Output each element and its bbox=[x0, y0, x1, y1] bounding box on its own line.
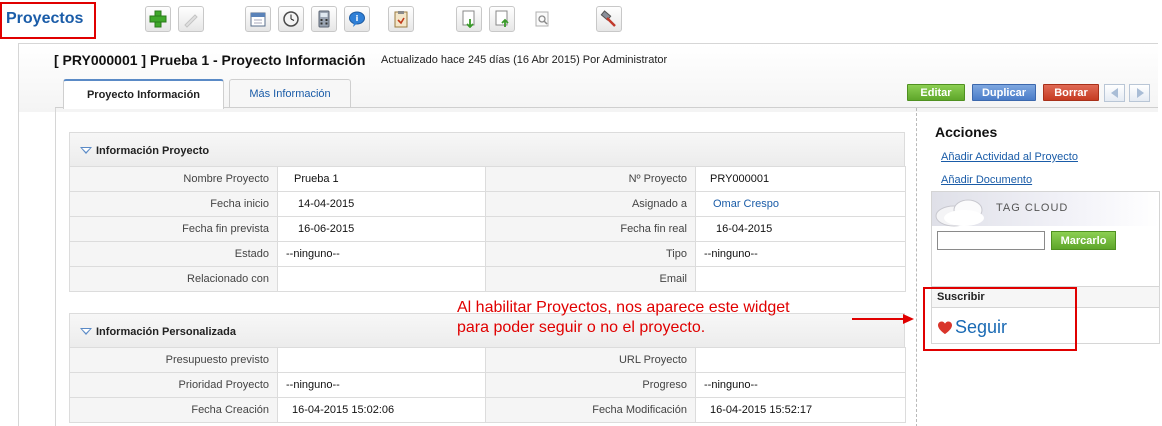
collapse-triangle-icon[interactable] bbox=[80, 147, 92, 154]
clipboard-button[interactable] bbox=[388, 6, 414, 32]
tag-cloud-widget: TAG CLOUD Marcarlo bbox=[931, 191, 1160, 288]
field-label: Fecha Creación bbox=[69, 397, 278, 423]
field-label: URL Proyecto bbox=[485, 347, 696, 373]
table-row: Fecha fin prevista 16-06-2015 Fecha fin … bbox=[69, 216, 906, 242]
field-label: Fecha Modificación bbox=[485, 397, 696, 423]
detail-content: Información Proyecto Nombre Proyecto Pru… bbox=[55, 108, 917, 426]
edit-record-button[interactable]: Editar bbox=[907, 84, 965, 101]
table-row: Relacionado con Email bbox=[69, 266, 906, 292]
calendar-button[interactable] bbox=[245, 6, 271, 32]
field-value[interactable] bbox=[695, 347, 906, 373]
arrow-right-icon bbox=[852, 314, 914, 324]
project-info-table: Nombre Proyecto Prueba 1 Nº Proyecto PRY… bbox=[69, 166, 906, 292]
collapse-triangle-icon[interactable] bbox=[80, 328, 92, 335]
svg-text:i: i bbox=[356, 14, 359, 23]
field-value[interactable]: --ninguno-- bbox=[695, 241, 906, 267]
tools-button[interactable] bbox=[596, 6, 622, 32]
table-row: Estado --ninguno-- Tipo --ninguno-- bbox=[69, 241, 906, 267]
field-value[interactable]: --ninguno-- bbox=[277, 372, 486, 398]
import-icon bbox=[462, 10, 475, 28]
add-activity-link[interactable]: Añadir Actividad al Proyecto bbox=[941, 151, 1078, 163]
calendar-icon bbox=[250, 12, 266, 27]
export-icon bbox=[495, 10, 509, 27]
table-row: Fecha Creación 16-04-2015 15:02:06 Fecha… bbox=[69, 397, 906, 423]
section-title: Información Proyecto bbox=[96, 145, 210, 157]
field-value[interactable]: 16-04-2015 15:52:17 bbox=[695, 397, 906, 423]
clock-button[interactable] bbox=[278, 6, 304, 32]
record-subtitle: Actualizado hace 245 días (16 Abr 2015) … bbox=[381, 54, 668, 66]
delete-button[interactable]: Borrar bbox=[1043, 84, 1099, 101]
field-value[interactable] bbox=[277, 266, 486, 292]
table-row: Nombre Proyecto Prueba 1 Nº Proyecto PRY… bbox=[69, 166, 906, 192]
field-label: Progreso bbox=[485, 372, 696, 398]
calculator-icon bbox=[318, 10, 330, 28]
module-title[interactable]: Proyectos bbox=[0, 2, 96, 39]
field-value[interactable] bbox=[695, 266, 906, 292]
field-label: Nombre Proyecto bbox=[69, 166, 278, 192]
export-button[interactable] bbox=[489, 6, 515, 32]
previous-record-button[interactable] bbox=[1104, 84, 1125, 102]
import-button[interactable] bbox=[456, 6, 482, 32]
table-row: Fecha inicio 14-04-2015 Asignado a Omar … bbox=[69, 191, 906, 217]
field-label: Nº Proyecto bbox=[485, 166, 696, 192]
field-value[interactable]: --ninguno-- bbox=[277, 241, 486, 267]
calculator-button[interactable] bbox=[311, 6, 337, 32]
field-value[interactable]: 16-06-2015 bbox=[277, 216, 486, 242]
chat-button[interactable]: i bbox=[344, 6, 370, 32]
next-record-button[interactable] bbox=[1129, 84, 1150, 102]
section-title: Información Personalizada bbox=[96, 326, 236, 338]
cloud-icon bbox=[935, 199, 984, 227]
arrow-right-icon bbox=[1136, 88, 1144, 98]
field-label: Fecha inicio bbox=[69, 191, 278, 217]
search-document-icon bbox=[535, 11, 549, 27]
field-label: Tipo bbox=[485, 241, 696, 267]
hammer-icon bbox=[600, 10, 616, 27]
field-label: Prioridad Proyecto bbox=[69, 372, 278, 398]
edit-button[interactable] bbox=[178, 6, 204, 32]
field-label: Fecha fin prevista bbox=[69, 216, 278, 242]
sidebar-divider bbox=[916, 108, 917, 426]
clipboard-icon bbox=[394, 11, 408, 28]
tab-more-info[interactable]: Más Información bbox=[229, 79, 351, 107]
speech-bubble-icon: i bbox=[349, 11, 365, 27]
tag-submit-button[interactable]: Marcarlo bbox=[1051, 231, 1116, 250]
field-label: Relacionado con bbox=[69, 266, 278, 292]
pencil-icon bbox=[184, 14, 198, 28]
record-title: [ PRY000001 ] Prueba 1 - Proyecto Inform… bbox=[54, 52, 366, 68]
field-value[interactable]: 14-04-2015 bbox=[277, 191, 486, 217]
field-value[interactable]: --ninguno-- bbox=[695, 372, 906, 398]
custom-info-table: Presupuesto previsto URL Proyecto Priori… bbox=[69, 347, 906, 423]
plus-icon bbox=[149, 10, 167, 28]
detail-panel: [ PRY000001 ] Prueba 1 - Proyecto Inform… bbox=[18, 43, 1160, 426]
add-document-link[interactable]: Añadir Documento bbox=[941, 174, 1032, 186]
tag-input[interactable] bbox=[937, 231, 1045, 250]
section-header-project-info[interactable]: Información Proyecto bbox=[69, 132, 905, 167]
field-label: Fecha fin real bbox=[485, 216, 696, 242]
field-value[interactable]: PRY000001 bbox=[695, 166, 906, 192]
table-row: Presupuesto previsto URL Proyecto bbox=[69, 347, 906, 373]
field-label: Asignado a bbox=[485, 191, 696, 217]
annotation-text: Al habilitar Proyectos, nos aparece este… bbox=[457, 299, 790, 336]
field-label: Email bbox=[485, 266, 696, 292]
field-label: Presupuesto previsto bbox=[69, 347, 278, 373]
actions-title: Acciones bbox=[935, 124, 998, 140]
field-value[interactable] bbox=[277, 347, 486, 373]
field-value[interactable]: 16-04-2015 bbox=[695, 216, 906, 242]
find-duplicates-button[interactable] bbox=[530, 6, 556, 32]
duplicate-button[interactable]: Duplicar bbox=[972, 84, 1036, 101]
field-value[interactable]: Prueba 1 bbox=[277, 166, 486, 192]
clock-icon bbox=[283, 11, 299, 27]
field-label: Estado bbox=[69, 241, 278, 267]
highlight-box bbox=[923, 287, 1077, 351]
tag-cloud-label: TAG CLOUD bbox=[996, 202, 1069, 214]
tab-project-info[interactable]: Proyecto Información bbox=[63, 79, 224, 109]
field-value[interactable]: 16-04-2015 15:02:06 bbox=[277, 397, 486, 423]
assigned-user-link[interactable]: Omar Crespo bbox=[695, 191, 906, 217]
arrow-left-icon bbox=[1110, 88, 1118, 98]
create-button[interactable] bbox=[145, 6, 171, 32]
table-row: Prioridad Proyecto --ninguno-- Progreso … bbox=[69, 372, 906, 398]
